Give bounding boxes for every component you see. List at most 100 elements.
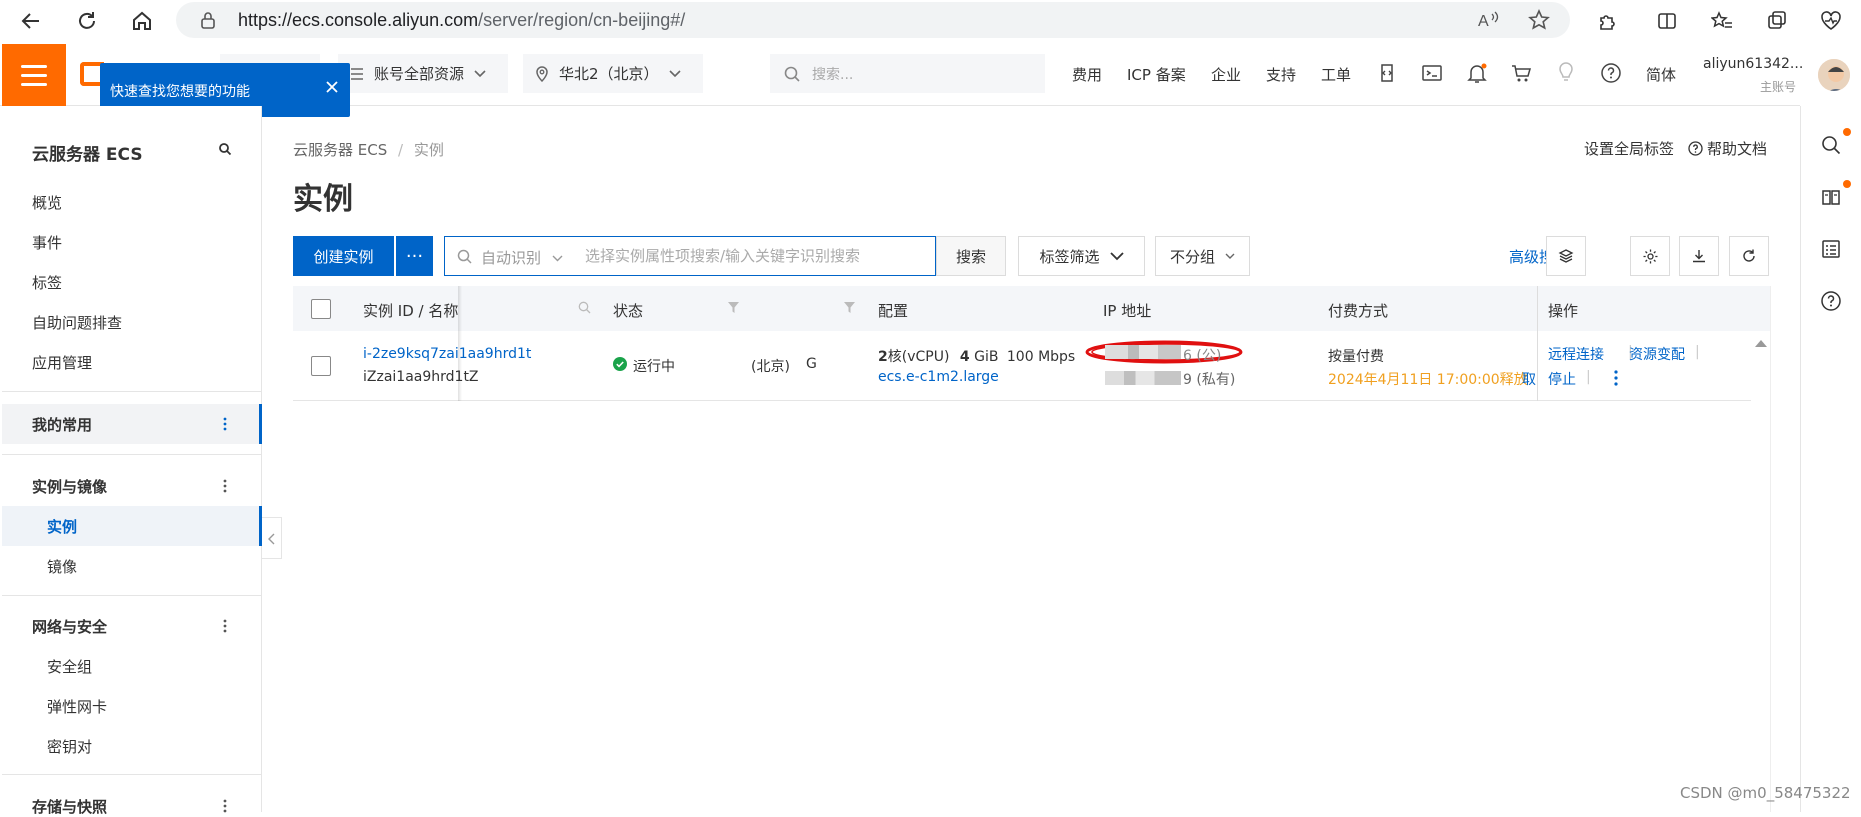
- status-badge: 运行中: [633, 359, 675, 375]
- avatar[interactable]: [1816, 57, 1852, 93]
- breadcrumb-root[interactable]: 云服务器 ECS: [293, 141, 387, 159]
- terminal-icon[interactable]: [1421, 62, 1443, 84]
- layers-button[interactable]: [1546, 236, 1586, 276]
- scrollbar-track[interactable]: [1770, 286, 1771, 812]
- search-input[interactable]: [585, 244, 925, 268]
- refresh-icon[interactable]: [72, 6, 102, 36]
- sidebar-title: 云服务器 ECS: [32, 145, 143, 165]
- sidebar-item-security-groups[interactable]: 安全组: [47, 656, 92, 677]
- header-link-icp[interactable]: ICP 备案: [1127, 64, 1186, 85]
- lock-icon[interactable]: [200, 11, 216, 29]
- help-docs-label: 帮助文档: [1707, 140, 1768, 158]
- instance-id-link[interactable]: i-2ze9ksq7zai1aa9hrd1t: [363, 346, 531, 362]
- sidebar-item-tags[interactable]: 标签: [32, 272, 62, 293]
- search-icon[interactable]: [1820, 134, 1842, 156]
- more-vertical-icon[interactable]: [222, 416, 228, 432]
- sidebar-item-troubleshoot[interactable]: 自助问题排查: [32, 312, 122, 333]
- tag-filter-button[interactable]: 标签筛选: [1018, 236, 1145, 276]
- resource-scope-selector[interactable]: 账号全部资源: [338, 54, 508, 93]
- close-icon[interactable]: [322, 77, 342, 97]
- more-vertical-icon[interactable]: [222, 618, 228, 634]
- lightbulb-icon[interactable]: [1555, 62, 1577, 84]
- chevron-down-icon: [474, 69, 486, 78]
- favorites-list-icon[interactable]: [1707, 6, 1737, 36]
- notification-bell-icon[interactable]: [1466, 62, 1488, 84]
- language-switch[interactable]: 简体: [1646, 64, 1676, 85]
- help-icon[interactable]: [1600, 62, 1622, 84]
- search-mode-selector[interactable]: 自动识别: [481, 247, 563, 268]
- help-docs-link[interactable]: 帮助文档: [1688, 138, 1767, 159]
- download-button[interactable]: [1679, 236, 1719, 276]
- breadcrumb: 云服务器 ECS / 实例: [293, 139, 444, 160]
- checklist-icon[interactable]: [1820, 238, 1842, 260]
- sidebar-item-images[interactable]: 镜像: [47, 556, 77, 577]
- cpu-count: 2: [878, 349, 888, 365]
- code-icon[interactable]: [1376, 62, 1398, 84]
- grouping-selector[interactable]: 不分组: [1155, 236, 1250, 276]
- filter-funnel-icon[interactable]: [727, 301, 740, 314]
- favorite-star-icon[interactable]: [1528, 9, 1550, 31]
- refresh-button[interactable]: [1729, 236, 1769, 276]
- public-ip-suffix: 6 (公): [1183, 348, 1222, 364]
- sidebar-item-app-management[interactable]: 应用管理: [32, 352, 92, 373]
- page-top-links: 设置全局标签 帮助文档: [1584, 138, 1767, 159]
- cart-icon[interactable]: [1510, 62, 1532, 84]
- private-ip-suffix: 9 (私有): [1183, 372, 1236, 388]
- extensions-icon[interactable]: [1592, 6, 1622, 36]
- sidebar-group-storage[interactable]: 存储与快照: [32, 796, 107, 817]
- more-vertical-icon[interactable]: [222, 478, 228, 494]
- search-icon: [457, 249, 472, 264]
- address-bar[interactable]: https://ecs.console.aliyun.com/server/re…: [176, 2, 1570, 38]
- collections-icon[interactable]: [1762, 6, 1792, 36]
- sidebar-group-network-security[interactable]: 网络与安全: [32, 616, 107, 637]
- table-row: i-2ze9ksq7zai1aa9hrd1t iZzai1aa9hrd1tZ 运…: [293, 331, 1751, 401]
- column-header-id-name: 实例 ID / 名称: [363, 302, 459, 320]
- sidebar-item-instances[interactable]: 实例: [47, 516, 77, 537]
- region-label: 华北2（北京）: [559, 65, 659, 83]
- search-button[interactable]: 搜索: [936, 236, 1006, 276]
- search-mode-label: 自动识别: [481, 249, 542, 267]
- bandwidth: 100 Mbps: [1006, 349, 1076, 365]
- back-arrow-icon[interactable]: [16, 6, 46, 36]
- scroll-up-arrow-icon[interactable]: [1754, 338, 1768, 348]
- select-all-checkbox[interactable]: [311, 299, 331, 319]
- zone-partial: (北京): [751, 359, 790, 375]
- header-link-support[interactable]: 支持: [1266, 64, 1296, 85]
- help-icon[interactable]: [1820, 290, 1842, 312]
- sidebar-item-instances-active[interactable]: [2, 506, 262, 546]
- split-screen-icon[interactable]: [1652, 6, 1682, 36]
- instance-type-link[interactable]: ecs.e-c1m2.large: [878, 369, 999, 385]
- home-icon[interactable]: [127, 6, 157, 36]
- row-checkbox[interactable]: [311, 356, 331, 376]
- header-link-enterprise[interactable]: 企业: [1211, 64, 1241, 85]
- cancel-release-link[interactable]: 取: [1522, 369, 1536, 389]
- sidebar-item-events[interactable]: 事件: [32, 232, 62, 253]
- browser-essentials-icon[interactable]: [1816, 6, 1846, 36]
- global-tags-link[interactable]: 设置全局标签: [1584, 138, 1674, 159]
- global-search-input[interactable]: 搜索...: [770, 54, 1045, 93]
- grouping-label: 不分组: [1169, 247, 1215, 266]
- book-icon[interactable]: [1820, 186, 1842, 208]
- sidebar-item-overview[interactable]: 概览: [32, 192, 62, 213]
- region-selector[interactable]: 华北2（北京）: [523, 54, 703, 93]
- column-search-icon[interactable]: [578, 301, 591, 314]
- breadcrumb-current: 实例: [413, 141, 444, 159]
- sidebar-collapse-handle[interactable]: [262, 517, 282, 559]
- sidebar-item-key-pairs[interactable]: 密钥对: [47, 736, 92, 757]
- sidebar-item-eni[interactable]: 弹性网卡: [47, 696, 107, 717]
- sidebar: 云服务器 ECS 概览 事件 标签 自助问题排查 应用管理 我的常用 实例与镜像…: [2, 106, 262, 816]
- settings-button[interactable]: [1630, 236, 1670, 276]
- sidebar-group-favorites[interactable]: 我的常用: [32, 414, 92, 435]
- filter-funnel-icon[interactable]: [843, 301, 856, 314]
- read-aloud-icon[interactable]: A: [1478, 10, 1500, 30]
- sidebar-search-icon[interactable]: [218, 142, 232, 156]
- create-instance-button[interactable]: 创建实例: [293, 236, 394, 276]
- instance-search-box[interactable]: 自动识别: [444, 236, 936, 276]
- sidebar-group-instances-images[interactable]: 实例与镜像: [32, 476, 107, 497]
- account-name[interactable]: aliyun61342...: [1703, 56, 1803, 72]
- header-link-ticket[interactable]: 工单: [1321, 64, 1351, 85]
- more-actions-button[interactable]: ···: [396, 236, 433, 276]
- hamburger-menu-button[interactable]: [2, 44, 66, 106]
- header-link-billing[interactable]: 费用: [1072, 64, 1102, 85]
- resource-group-icon: [350, 67, 364, 81]
